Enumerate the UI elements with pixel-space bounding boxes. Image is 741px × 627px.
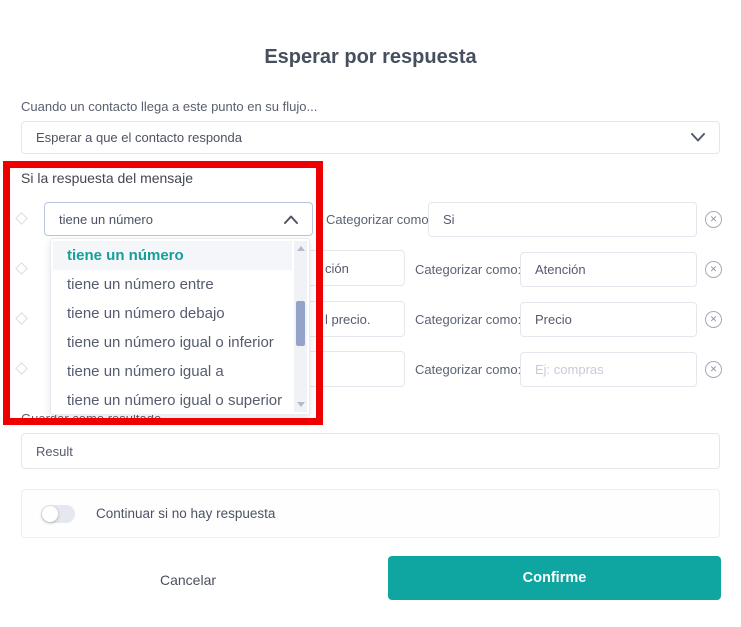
- diamond-handle-icon: [15, 262, 28, 275]
- continue-toggle[interactable]: [41, 504, 75, 523]
- wait-for-response-modal: Esperar por respuesta Cuando un contacto…: [0, 0, 741, 627]
- continue-toggle-label: Continuar si no hay respuesta: [96, 506, 276, 521]
- page-title: Esperar por respuesta: [264, 46, 477, 68]
- remove-row-icon[interactable]: ✕: [705, 261, 722, 278]
- response-condition-label: Si la respuesta del mensaje: [21, 170, 193, 186]
- dropdown-option[interactable]: tiene un número igual o inferior: [53, 328, 292, 357]
- scrollbar-thumb[interactable]: [296, 301, 305, 346]
- category-input[interactable]: [520, 352, 697, 387]
- dropdown-option[interactable]: tiene un número igual o superior: [53, 386, 292, 415]
- category-input[interactable]: [520, 252, 697, 287]
- categorize-label: Categorizar como:: [415, 362, 522, 377]
- scroll-up-icon[interactable]: [297, 246, 305, 251]
- remove-row-icon[interactable]: ✕: [705, 361, 722, 378]
- categorize-label: Categorizar como:: [415, 262, 522, 277]
- toggle-knob: [42, 505, 58, 522]
- category-input[interactable]: [428, 202, 697, 237]
- chevron-down-icon: [691, 133, 705, 142]
- dropdown-option[interactable]: tiene un número igual a: [53, 357, 292, 386]
- remove-row-icon[interactable]: ✕: [705, 211, 722, 228]
- continue-toggle-row: Continuar si no hay respuesta: [21, 489, 720, 538]
- dropdown-option[interactable]: tiene un número entre: [53, 270, 292, 299]
- category-input[interactable]: [520, 302, 697, 337]
- chevron-up-icon: [284, 215, 298, 224]
- dropdown-option[interactable]: tiene un número debajo: [53, 299, 292, 328]
- flow-condition-select[interactable]: Esperar a que el contacto responda: [21, 121, 720, 154]
- categorize-label: Categorizar como:: [326, 212, 433, 227]
- categorize-label: Categorizar como:: [415, 312, 522, 327]
- dropdown-scrollbar[interactable]: [294, 241, 307, 412]
- cancel-button[interactable]: Cancelar: [148, 567, 228, 591]
- dropdown-option[interactable]: tiene un número: [53, 241, 292, 270]
- result-input[interactable]: [21, 433, 720, 469]
- diamond-handle-icon: [15, 362, 28, 375]
- scroll-down-icon[interactable]: [297, 402, 305, 407]
- diamond-handle-icon: [15, 212, 28, 225]
- condition-type-dropdown: tiene un número tiene un número entre ti…: [50, 238, 310, 415]
- diamond-handle-icon: [15, 312, 28, 325]
- flow-condition-select-value: Esperar a que el contacto responda: [36, 130, 242, 145]
- condition-type-select-value: tiene un número: [59, 211, 153, 227]
- remove-row-icon[interactable]: ✕: [705, 311, 722, 328]
- flow-condition-label: Cuando un contacto llega a este punto en…: [21, 99, 318, 114]
- condition-type-select[interactable]: tiene un número: [44, 202, 313, 236]
- confirm-button[interactable]: Confirme: [388, 556, 721, 600]
